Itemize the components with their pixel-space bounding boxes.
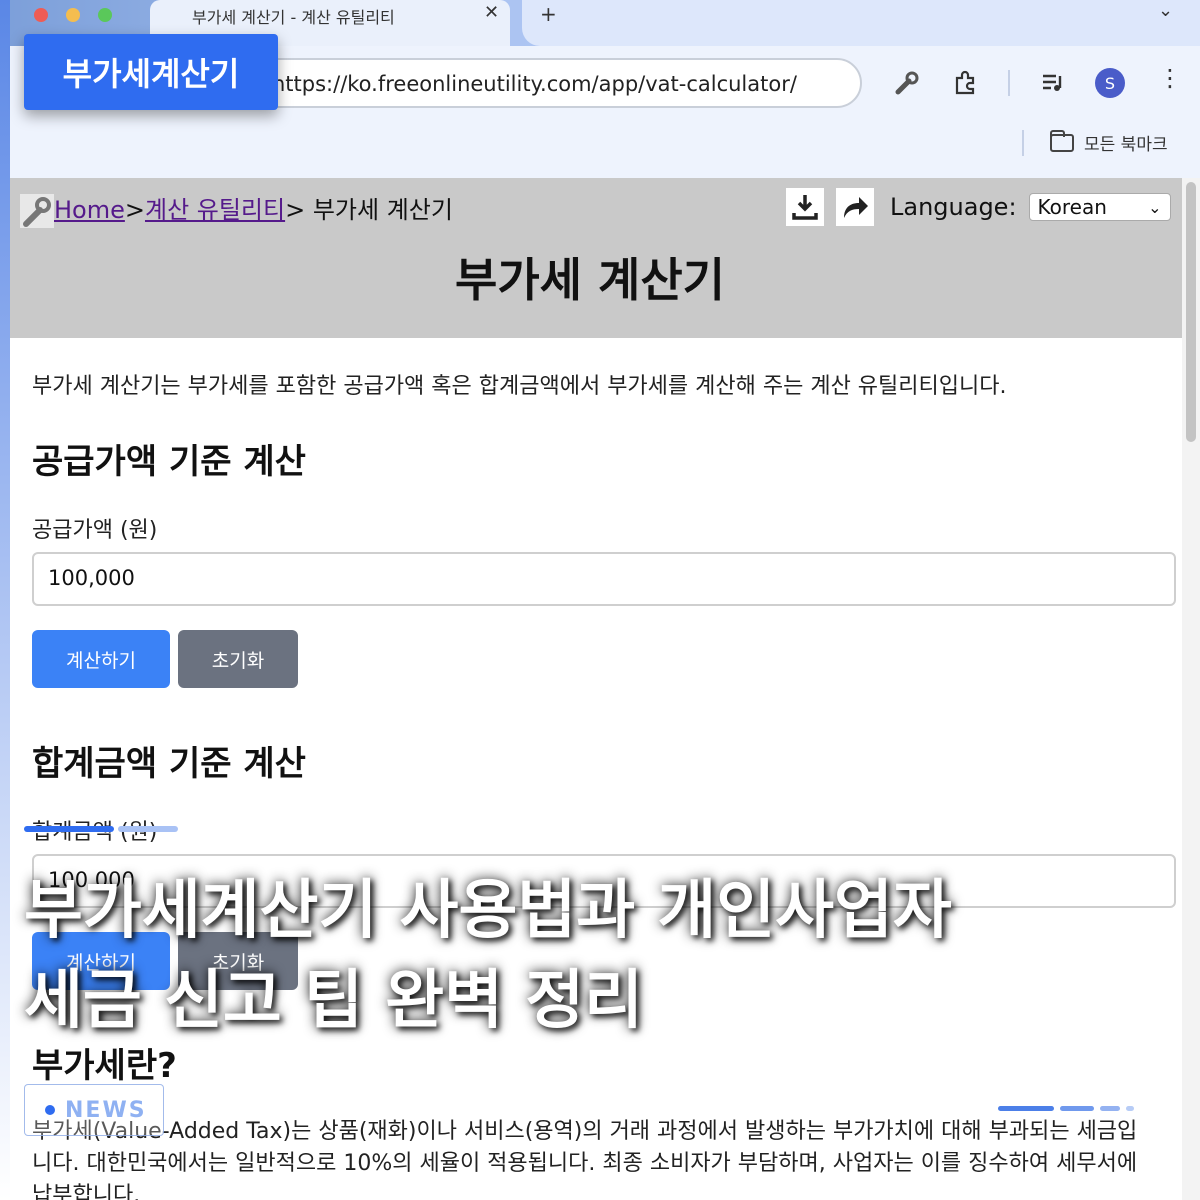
minimize-window-button[interactable] <box>66 8 80 22</box>
pager-indicator-active <box>998 1106 1054 1111</box>
bookmarks-divider <box>1022 130 1024 156</box>
supply-section-heading: 공급가액 기준 계산 <box>32 442 306 482</box>
download-icon[interactable] <box>786 188 824 226</box>
menu-kebab-icon[interactable]: ⋮ <box>1158 64 1182 92</box>
breadcrumb-separator: > <box>124 196 145 224</box>
header-actions: Language: Korean ⌄ <box>786 188 1171 226</box>
url-text: https://ko.freeonlineutility.com/app/vat… <box>272 72 797 96</box>
headline-line-1: 부가세계산기 사용법과 개인사업자 <box>24 874 952 948</box>
news-badge: NEWS <box>24 1084 164 1136</box>
toolbar-divider <box>1008 70 1010 96</box>
intro-text: 부가세 계산기는 부가세를 포함한 공급가액 혹은 합계금액에서 부가세를 계산… <box>32 374 1007 399</box>
page-header: Home>계산 유틸리티> 부가세 계산기 Language: Korean ⌄… <box>10 178 1182 338</box>
vat-definition-paragraph: 부가세(Value-Added Tax)는 상품(재화)이나 서비스(용역)의 … <box>32 1119 1138 1200</box>
news-dot-icon <box>45 1105 55 1115</box>
web-page: Home>계산 유틸리티> 부가세 계산기 Language: Korean ⌄… <box>10 178 1182 1200</box>
pager-indicator <box>1100 1106 1120 1111</box>
headline: 부가세계산기 사용법과 개인사업자 세금 신고 팁 완벽 정리 <box>24 866 1174 1046</box>
headline-line-2: 세금 신고 팁 완벽 정리 <box>24 964 644 1038</box>
all-bookmarks-button[interactable]: 모든 북마크 <box>1050 129 1168 155</box>
breadcrumb: Home>계산 유틸리티> 부가세 계산기 <box>20 190 453 228</box>
breadcrumb-category-link[interactable]: 계산 유틸리티 <box>145 196 285 224</box>
window-edge <box>0 0 10 1200</box>
category-tag: 부가세계산기 <box>24 34 278 110</box>
tab-title: 부가세 계산기 - 계산 유틸리티 <box>192 8 395 27</box>
breadcrumb-current: > 부가세 계산기 <box>285 196 453 224</box>
supply-calculate-button[interactable]: 계산하기 <box>32 630 170 688</box>
media-control-icon[interactable] <box>1038 68 1068 98</box>
extensions-icon[interactable] <box>950 68 980 98</box>
folder-icon <box>1050 129 1074 152</box>
supply-amount-label: 공급가액 (원) <box>32 518 158 543</box>
tab-strip <box>522 0 1200 46</box>
scrollbar-thumb[interactable] <box>1186 182 1196 442</box>
total-section-heading: 합계금액 기준 계산 <box>32 744 306 784</box>
language-label: Language: <box>890 193 1017 221</box>
site-logo-icon <box>20 194 54 228</box>
supply-amount-input[interactable]: 100,000 <box>32 552 1176 606</box>
profile-avatar[interactable]: S <box>1095 68 1125 98</box>
decorative-line <box>24 826 114 832</box>
close-window-button[interactable] <box>34 8 48 22</box>
wrench-extension-icon[interactable] <box>892 68 922 98</box>
news-label: NEWS <box>65 1097 147 1123</box>
address-bar[interactable]: https://ko.freeonlineutility.com/app/vat… <box>200 58 862 108</box>
pager-indicator <box>1060 1106 1094 1111</box>
chevron-down-icon[interactable]: ⌄ <box>1158 0 1173 21</box>
supply-reset-button[interactable]: 초기화 <box>178 630 298 688</box>
language-select[interactable]: Korean ⌄ <box>1028 193 1171 221</box>
share-icon[interactable] <box>836 188 874 226</box>
decorative-line <box>118 826 178 832</box>
pager-indicator <box>1126 1106 1134 1111</box>
chevron-down-icon: ⌄ <box>1148 197 1162 217</box>
page-scrollbar[interactable] <box>1182 178 1200 1200</box>
new-tab-icon[interactable]: + <box>540 2 557 26</box>
language-value: Korean <box>1037 195 1107 219</box>
breadcrumb-home-link[interactable]: Home <box>54 196 125 224</box>
bookmarks-label: 모든 북마크 <box>1084 135 1168 155</box>
maximize-window-button[interactable] <box>98 8 112 22</box>
tab-close-icon[interactable]: ✕ <box>484 2 499 23</box>
page-title: 부가세 계산기 <box>455 253 725 307</box>
